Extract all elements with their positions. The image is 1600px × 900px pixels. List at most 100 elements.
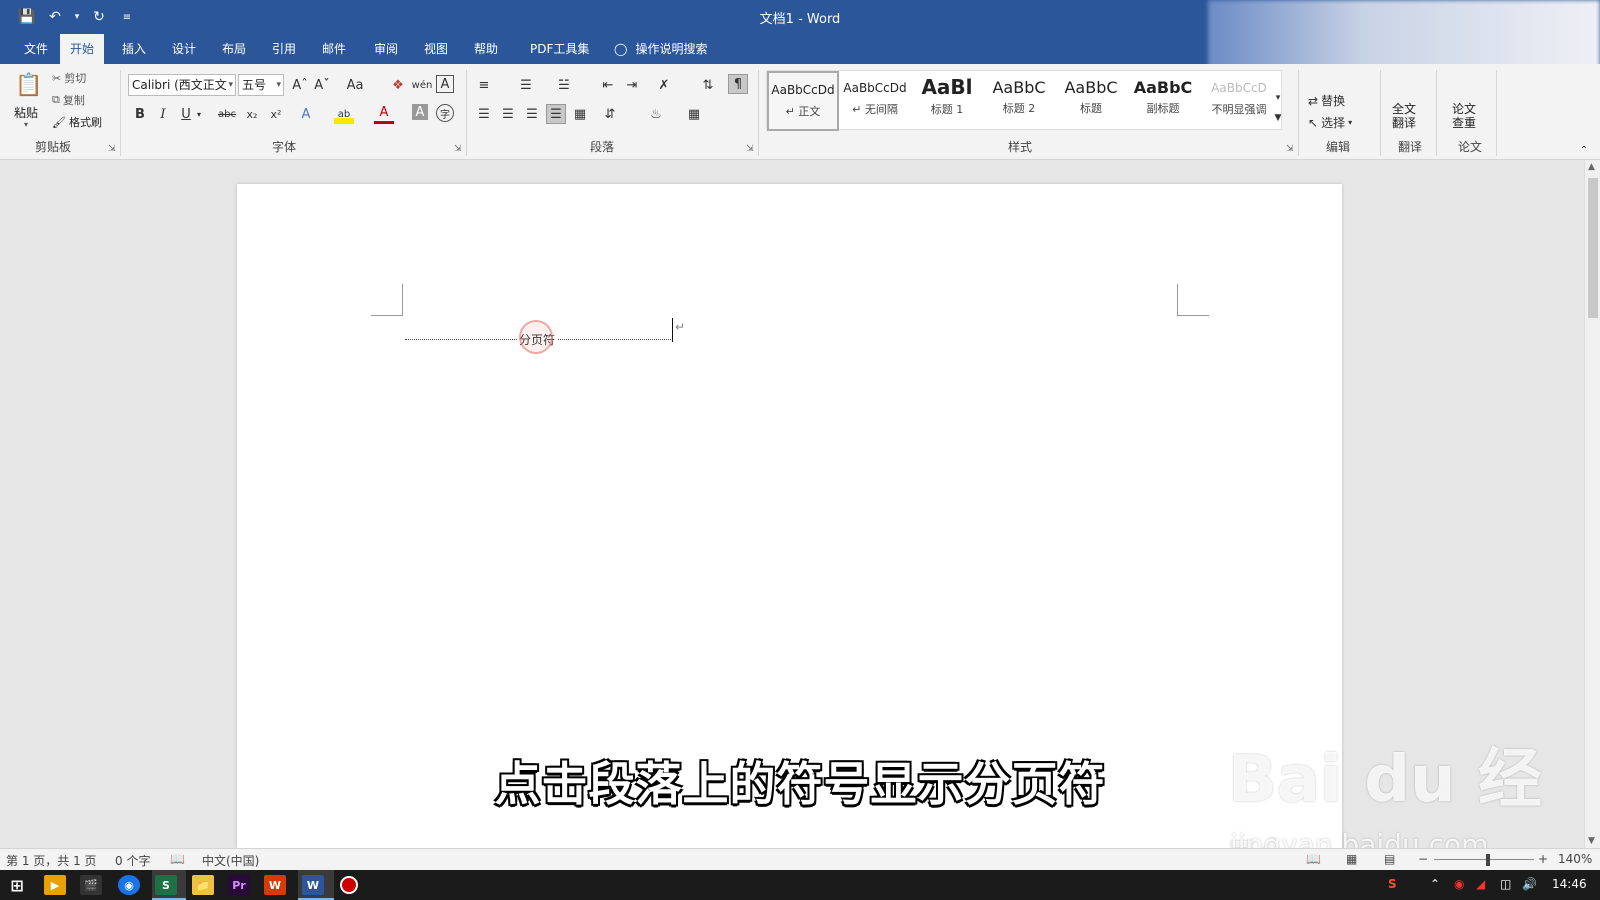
word-count[interactable]: 0 个字 <box>115 852 150 869</box>
full-translate-button[interactable]: 全文 翻译 <box>1392 102 1416 130</box>
enclose-characters-icon[interactable]: 字 <box>436 104 454 122</box>
superscript-button[interactable]: x² <box>266 104 286 124</box>
replace-button[interactable]: ⇄ 替换 <box>1308 92 1345 109</box>
subscript-button[interactable]: x₂ <box>242 104 262 124</box>
scroll-thumb[interactable] <box>1588 178 1598 318</box>
clear-format-icon[interactable]: ❖ <box>388 75 408 95</box>
tab-design[interactable]: 设计 <box>162 34 206 64</box>
chrome-icon[interactable]: ◉ <box>118 875 140 895</box>
styles-more-icon[interactable]: ▼ <box>1272 108 1284 128</box>
character-border-icon[interactable]: A <box>436 75 454 93</box>
page-count[interactable]: 第 1 页，共 1 页 <box>6 852 97 869</box>
line-spacing-icon[interactable]: ⇵ <box>600 104 620 124</box>
phonetic-guide-icon[interactable]: wén <box>412 75 433 95</box>
bullets-icon[interactable]: ≡ <box>474 75 494 95</box>
print-layout-icon[interactable]: ▦ <box>1346 852 1357 866</box>
network-icon[interactable]: ◫ <box>1500 877 1511 891</box>
record-icon[interactable] <box>340 876 358 894</box>
style-title[interactable]: AaBbC 标题 <box>1055 71 1127 131</box>
numbering-icon[interactable]: ☰ <box>516 75 536 95</box>
zoom-level[interactable]: 140% <box>1558 852 1592 866</box>
distributed-icon[interactable]: ▦ <box>570 104 590 124</box>
zoom-in-icon[interactable]: + <box>1538 852 1548 866</box>
zoom-slider[interactable] <box>1434 859 1534 860</box>
zoom-out-icon[interactable]: − <box>1418 852 1428 866</box>
tab-review[interactable]: 审阅 <box>364 34 408 64</box>
premiere-icon[interactable]: Pr <box>228 875 250 895</box>
sogou-ime-icon[interactable]: S <box>1388 877 1397 891</box>
scroll-down-icon[interactable]: ▼ <box>1588 836 1595 846</box>
word-icon[interactable]: W <box>302 875 324 895</box>
media-player-icon[interactable]: ▶ <box>44 875 66 895</box>
paper-check-button[interactable]: 论文 查重 <box>1452 102 1476 130</box>
read-mode-icon[interactable]: 📖 <box>1306 852 1321 866</box>
tab-help[interactable]: 帮助 <box>464 34 508 64</box>
underline-dropdown-icon[interactable]: ▾ <box>194 104 204 124</box>
proofing-icon[interactable]: 📖 <box>170 852 185 866</box>
paste-dropdown-icon[interactable]: ▾ <box>24 120 28 129</box>
bold-button[interactable]: B <box>130 104 150 124</box>
tab-references[interactable]: 引用 <box>262 34 306 64</box>
chinese-layout-icon[interactable]: ✗ <box>654 75 674 95</box>
highlight-icon[interactable]: ab <box>334 104 354 124</box>
clock-time[interactable]: 14:46 <box>1552 877 1587 891</box>
tray-expand-icon[interactable]: ⌃ <box>1430 877 1440 891</box>
style-heading-1[interactable]: AaBl 标题 1 <box>911 71 983 131</box>
font-color-icon[interactable]: A <box>374 104 394 124</box>
strikethrough-button[interactable]: abc <box>214 104 240 124</box>
shrink-font-icon[interactable]: Aˇ <box>312 75 332 95</box>
style-heading-2[interactable]: AaBbC 标题 2 <box>983 71 1055 131</box>
copy-button[interactable]: ⧉ 复制 <box>52 92 85 108</box>
align-right-icon[interactable]: ☰ <box>522 104 542 124</box>
spreadsheet-icon[interactable]: S <box>155 875 177 895</box>
borders-icon[interactable]: ▦ <box>684 104 704 124</box>
font-size-combo[interactable]: 五号 ▾ <box>238 74 284 96</box>
grow-font-icon[interactable]: Aˆ <box>290 75 310 95</box>
underline-button[interactable]: U <box>176 104 196 124</box>
web-layout-icon[interactable]: ▤ <box>1384 852 1395 866</box>
tab-view[interactable]: 视图 <box>414 34 458 64</box>
tab-file[interactable]: 文件 <box>14 34 58 64</box>
style-normal[interactable]: AaBbCcDd ↵ 正文 <box>767 71 839 131</box>
cut-button[interactable]: ✂ 剪切 <box>52 70 86 86</box>
sort-icon[interactable]: ⇅ <box>698 75 718 95</box>
font-name-combo[interactable]: Calibri (西文正文 ▾ <box>128 74 236 96</box>
video-editor-icon[interactable]: 🎬 <box>80 875 102 895</box>
tray-app-icon[interactable]: ◢ <box>1476 877 1485 891</box>
tab-home[interactable]: 开始 <box>60 34 105 64</box>
text-effects-icon[interactable]: A <box>296 104 316 124</box>
show-formatting-marks-icon[interactable]: ¶ <box>728 74 748 94</box>
style-subtitle[interactable]: AaBbC 副标题 <box>1127 71 1199 131</box>
tab-layout[interactable]: 布局 <box>212 34 256 64</box>
styles-launcher-icon[interactable]: ⇲ <box>1286 144 1294 154</box>
tab-insert[interactable]: 插入 <box>112 34 156 64</box>
font-launcher-icon[interactable]: ⇲ <box>454 144 462 154</box>
format-painter-button[interactable]: 🖌 格式刷 <box>52 114 102 130</box>
multilevel-list-icon[interactable]: ☱ <box>554 75 574 95</box>
tell-me-search[interactable]: ◯ 操作说明搜索 <box>614 34 707 64</box>
scroll-up-icon[interactable]: ▲ <box>1588 162 1595 172</box>
wps-icon[interactable]: W <box>264 875 286 895</box>
tab-pdf-tools[interactable]: PDF工具集 <box>520 34 599 64</box>
file-explorer-icon[interactable]: 📁 <box>192 875 214 895</box>
italic-button[interactable]: I <box>153 104 173 124</box>
align-center-icon[interactable]: ☰ <box>498 104 518 124</box>
language-indicator[interactable]: 中文(中国) <box>202 852 259 869</box>
volume-icon[interactable]: 🔊 <box>1522 877 1537 891</box>
clipboard-icon[interactable]: 📋 <box>14 70 44 100</box>
zoom-slider-thumb[interactable] <box>1486 854 1490 866</box>
tab-mailings[interactable]: 邮件 <box>312 34 356 64</box>
windows-start-icon[interactable]: ⊞ <box>6 875 28 895</box>
align-left-icon[interactable]: ☰ <box>474 104 494 124</box>
change-case-icon[interactable]: Aa <box>342 75 368 95</box>
clipboard-launcher-icon[interactable]: ⇲ <box>108 144 116 154</box>
paragraph-launcher-icon[interactable]: ⇲ <box>746 144 754 154</box>
styles-scroll-down-icon[interactable]: ▾ <box>1272 88 1284 108</box>
justify-icon[interactable]: ☰ <box>546 104 566 124</box>
increase-indent-icon[interactable]: ⇥ <box>622 75 642 95</box>
style-no-spacing[interactable]: AaBbCcDd ↵ 无间隔 <box>839 71 911 131</box>
recording-tray-icon[interactable]: ◉ <box>1454 877 1464 891</box>
shading-icon[interactable]: ♨ <box>646 104 666 124</box>
vertical-scrollbar[interactable]: ▲ ▼ <box>1584 160 1600 848</box>
decrease-indent-icon[interactable]: ⇤ <box>598 75 618 95</box>
